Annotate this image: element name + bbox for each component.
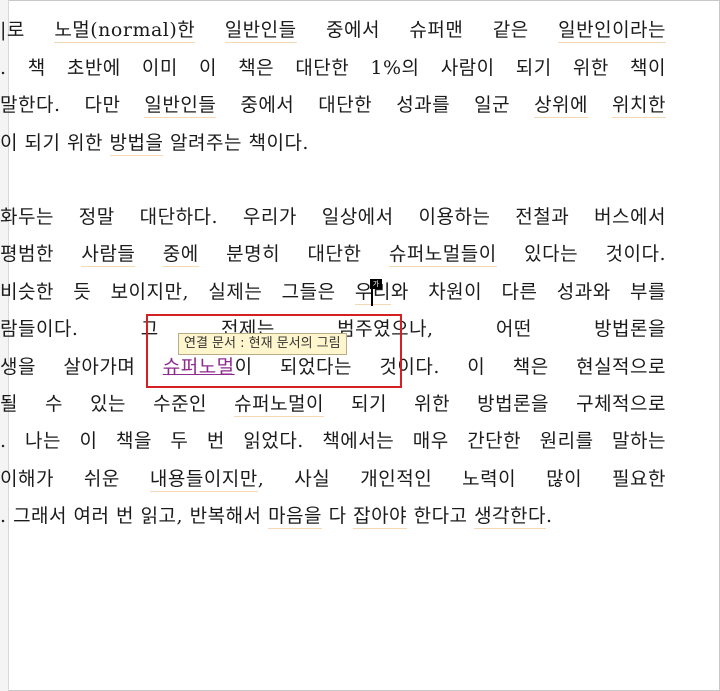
text-run: 와 차원이 다른 성과와 부를 xyxy=(390,281,666,303)
text-run: 알려주는 책이다. xyxy=(163,132,309,154)
text-line[interactable]: 화두는 정말 대단하다. 우리가 일상에서 이용하는 전철과 버스에서 xyxy=(0,204,666,230)
highlighted-word: 노멀(normal)한 xyxy=(54,19,196,43)
text-run: . xyxy=(546,505,553,527)
text-run: 화두는 정말 대단하다. 우리가 일상에서 이용하는 전철과 버스에서 xyxy=(0,206,666,228)
text-run: . 책 초반에 이미 이 책은 대단한 1%의 사람이 되기 위한 책이 xyxy=(0,57,666,79)
cursor-tag: 가 xyxy=(370,279,382,289)
highlighted-word: 일반인들 xyxy=(224,19,297,43)
text-run: 있다는 것이다. xyxy=(496,243,666,265)
text-line[interactable]: . 책 초반에 이미 이 책은 대단한 1%의 사람이 되기 위한 책이 xyxy=(0,55,666,81)
text-run: . 나는 이 책을 두 번 읽었다. 책에서는 매우 간단한 원리를 말하는 xyxy=(0,430,666,452)
highlighted-word: 내용들이지만 xyxy=(149,468,258,492)
highlighted-word: 상위에 xyxy=(534,94,589,118)
text-run: 평범한 xyxy=(0,243,82,265)
highlighted-word: 슈퍼노멀이 xyxy=(234,393,325,417)
text-line[interactable]: 평범한 사람들 중에 분명히 대단한 슈퍼노멀들이 있다는 것이다. xyxy=(0,241,666,267)
text-run xyxy=(195,19,224,41)
text-line[interactable]: 이해가 쉬운 내용들이지만, 사실 개인적인 노력이 많이 필요한 xyxy=(0,466,666,492)
text-run: 분명히 대단한 xyxy=(198,243,389,265)
highlighted-word: 위치한 xyxy=(612,94,666,118)
text-run: 다 xyxy=(322,505,354,527)
highlight-box xyxy=(146,314,402,388)
highlighted-word: 슈퍼노멀들이 xyxy=(388,243,497,267)
text-run: . 그래서 여러 번 읽고, 반복해서 xyxy=(0,505,269,527)
highlighted-word: 잡아야 xyxy=(353,505,408,529)
text-line[interactable]: 될 수 있는 수준인 슈퍼노멀이 되기 위한 방법론을 구체적으로 xyxy=(0,391,666,417)
highlighted-word: 일반인이라는 xyxy=(558,19,666,43)
text-line[interactable]: 이 되기 위한 방법을 알려주는 책이다. xyxy=(0,130,666,156)
text-run: 이해가 쉬운 xyxy=(0,468,150,490)
text-run xyxy=(135,243,162,265)
text-run: 될 수 있는 수준인 xyxy=(0,393,235,415)
text-line[interactable]: . 그래서 여러 번 읽고, 반복해서 마음을 다 잡아야 한다고 생각한다. xyxy=(0,503,666,529)
text-run: 한다고 xyxy=(407,505,475,527)
text-run: 중에서 대단한 성과를 일군 xyxy=(216,94,535,116)
text-run: 말한다. 다만 xyxy=(0,94,145,116)
highlighted-word: 중에 xyxy=(162,243,199,267)
highlighted-word: 생각한다 xyxy=(474,505,546,529)
highlighted-word: 사람들 xyxy=(81,243,136,267)
highlighted-word: 방법을 xyxy=(109,132,164,156)
text-line[interactable]: . 나는 이 책을 두 번 읽었다. 책에서는 매우 간단한 원리를 말하는 xyxy=(0,428,666,454)
text-run: |로 xyxy=(0,19,55,41)
text-run: , 사실 개인적인 노력이 많이 필요한 xyxy=(257,468,666,490)
text-run: 비슷한 듯 보이지만, 실제는 그들은 xyxy=(0,281,355,303)
text-line[interactable]: 말한다. 다만 일반인들 중에서 대단한 성과를 일군 상위에 위치한 xyxy=(0,92,666,118)
text-run: 되기 위한 방법론을 구체적으로 xyxy=(324,393,666,415)
text-run: 이 되기 위한 xyxy=(0,132,110,154)
text-line[interactable]: 비슷한 듯 보이지만, 실제는 그들은 우리와 차원이 다른 성과와 부를 xyxy=(0,279,666,305)
text-run: 중에서 슈퍼맨 같은 xyxy=(296,19,559,41)
text-line[interactable]: |로 노멀(normal)한 일반인들 중에서 슈퍼맨 같은 일반인이라는 xyxy=(0,17,666,43)
text-run: 생을 살아가며 xyxy=(0,356,163,378)
text-run xyxy=(588,94,612,116)
highlighted-word: 일반인들 xyxy=(144,94,217,118)
highlighted-word: 마음을 xyxy=(268,505,323,529)
